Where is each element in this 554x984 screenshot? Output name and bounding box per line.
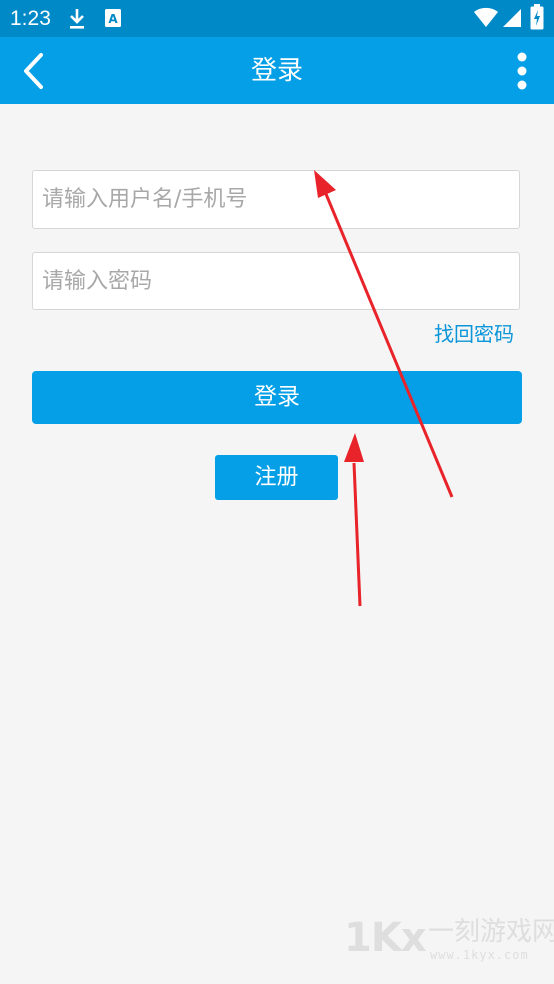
- forgot-password-link[interactable]: 找回密码: [434, 320, 514, 348]
- battery-icon: [530, 4, 544, 30]
- watermark-logo: 1Kx: [344, 915, 427, 961]
- download-icon: [70, 9, 84, 29]
- login-button[interactable]: 登录: [32, 371, 522, 424]
- watermark-name: 一刻游戏网: [428, 917, 554, 947]
- annotation-arrow-login: [344, 433, 364, 607]
- watermark: 1Kx 一刻游戏网 www.1kyx.com: [344, 914, 554, 970]
- app-bar: 登录: [0, 37, 554, 104]
- wifi-icon: [474, 7, 498, 27]
- more-vertical-icon: [517, 52, 527, 90]
- status-bar: 1:23 A: [0, 0, 554, 37]
- username-input[interactable]: [32, 170, 520, 229]
- signal-icon: [503, 9, 521, 27]
- svg-text:A: A: [108, 12, 118, 26]
- watermark-url: www.1kyx.com: [430, 948, 529, 962]
- more-menu-button[interactable]: [504, 49, 540, 93]
- status-time: 1:23: [10, 7, 51, 30]
- a-notification-icon: A: [105, 9, 121, 27]
- page-title: 登录: [250, 56, 303, 86]
- register-button[interactable]: 注册: [215, 455, 338, 500]
- password-input[interactable]: [32, 252, 520, 310]
